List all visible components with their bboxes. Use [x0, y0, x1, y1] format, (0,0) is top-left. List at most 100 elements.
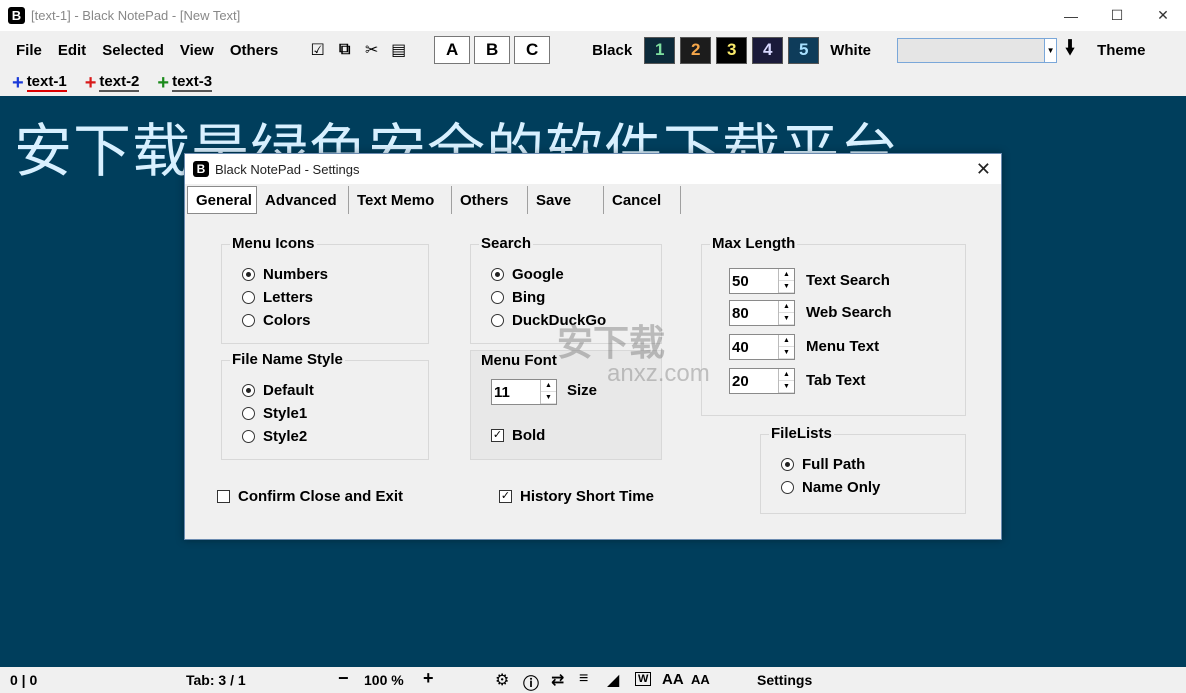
tab-text-2[interactable]: + text-2: [85, 73, 140, 93]
close-icon[interactable]: ✕: [976, 159, 991, 180]
theme-button-2[interactable]: 2: [680, 36, 712, 64]
menu-file[interactable]: File: [8, 42, 50, 59]
triangle-icon[interactable]: ◢: [607, 670, 619, 690]
spin-up-icon: ▲: [779, 269, 794, 281]
theme-button-4[interactable]: 4: [752, 36, 784, 64]
radio-style1[interactable]: Style1: [242, 405, 307, 422]
plus-icon: +: [12, 71, 24, 94]
menu-text-stepper[interactable]: 40 ▲ ▼: [729, 334, 795, 360]
button-a[interactable]: A: [434, 36, 471, 64]
theme-button-5[interactable]: 5: [788, 36, 820, 64]
theme-button[interactable]: Theme: [1089, 42, 1153, 59]
radio-bing[interactable]: Bing: [491, 289, 545, 306]
tab-count: Tab: 3 / 1: [186, 672, 246, 688]
bold-checkbox[interactable]: ✓ Bold: [491, 427, 545, 444]
radio-name-only[interactable]: Name Only: [781, 479, 880, 496]
list-add-icon[interactable]: ≡: [579, 670, 588, 688]
button-b[interactable]: B: [474, 36, 511, 64]
menu-view[interactable]: View: [172, 42, 222, 59]
tab-text-memo[interactable]: Text Memo: [349, 186, 452, 214]
arrow-down-icon[interactable]: 🠛: [1065, 33, 1075, 67]
status-bar: 0 | 0 Tab: 3 / 1 − 100 % + ⚙ ⓘ ⇄ ≡ ◢ W A…: [0, 667, 1186, 693]
spin-down-icon: ▼: [779, 281, 794, 293]
file-name-style-group: File Name Style Default Style1 Style2: [221, 351, 429, 460]
tab-advanced[interactable]: Advanced: [257, 186, 349, 214]
tab-text-1[interactable]: + text-1: [12, 73, 67, 93]
font-size-label: Size: [567, 382, 598, 399]
file-lists-group: FileLists Full Path Name Only: [760, 425, 966, 514]
radio-full-path[interactable]: Full Path: [781, 456, 865, 473]
zoom-in-button[interactable]: +: [423, 668, 434, 689]
plus-icon: +: [84, 71, 97, 94]
font-size-stepper[interactable]: 11 ▲ ▼: [491, 379, 557, 405]
plus-icon: +: [157, 71, 170, 94]
cut-icon[interactable]: ✂: [358, 37, 385, 64]
radio-letters[interactable]: Letters: [242, 289, 313, 306]
zoom-out-button[interactable]: −: [338, 668, 349, 689]
dialog-tabs: General Advanced Text Memo Others Save C…: [187, 186, 681, 214]
tab-general[interactable]: General: [187, 186, 257, 214]
dialog-title-bar: B Black NotePad - Settings ✕: [185, 154, 1001, 184]
radio-colors[interactable]: Colors: [242, 312, 311, 329]
spin-up-icon: ▲: [779, 301, 794, 313]
menu-icons-group: Menu Icons Numbers Letters Colors: [221, 235, 429, 344]
theme-black-label[interactable]: Black: [584, 42, 640, 59]
history-short-checkbox[interactable]: ✓ History Short Time: [499, 488, 654, 505]
search-group: Search Google Bing DuckDuckGo: [470, 235, 662, 344]
menu-edit[interactable]: Edit: [50, 42, 94, 59]
info-icon[interactable]: ⓘ: [523, 670, 539, 693]
dialog-title: Black NotePad - Settings: [215, 161, 360, 177]
tab-save[interactable]: Save: [528, 186, 604, 214]
settings-dialog: B Black NotePad - Settings ✕ General Adv…: [184, 153, 1002, 540]
theme-white-label[interactable]: White: [822, 42, 879, 59]
spin-down-icon: ▼: [779, 313, 794, 325]
cursor-position: 0 | 0: [10, 672, 38, 688]
wrap-icon[interactable]: W: [635, 672, 652, 686]
font-decrease-icon[interactable]: AA: [691, 672, 710, 687]
confirm-close-checkbox[interactable]: Confirm Close and Exit: [217, 488, 403, 505]
radio-default[interactable]: Default: [242, 382, 314, 399]
maximize-button[interactable]: ☐: [1094, 0, 1140, 31]
tab-text-stepper[interactable]: 20 ▲ ▼: [729, 368, 795, 394]
spin-up-icon: ▲: [779, 335, 794, 347]
app-logo-icon: B: [193, 161, 209, 177]
close-button[interactable]: ✕: [1140, 0, 1186, 31]
minimize-button[interactable]: —: [1048, 0, 1094, 31]
theme-button-1[interactable]: 1: [644, 36, 676, 64]
web-search-label: Web Search: [806, 304, 892, 321]
button-c[interactable]: C: [514, 36, 551, 64]
spin-down-icon: ▼: [779, 347, 794, 359]
tab-text-3[interactable]: + text-3: [157, 71, 213, 94]
text-search-label: Text Search: [806, 272, 890, 289]
web-search-stepper[interactable]: 80 ▲ ▼: [729, 300, 795, 326]
zoom-level: 100 %: [364, 672, 404, 688]
spin-up-icon: ▲: [541, 380, 556, 392]
radio-google[interactable]: Google: [491, 266, 564, 283]
radio-duckduckgo[interactable]: DuckDuckGo: [491, 312, 606, 329]
copy-icon[interactable]: ⧉: [331, 37, 358, 64]
font-increase-icon[interactable]: AA: [662, 671, 684, 688]
menu-others[interactable]: Others: [222, 42, 286, 59]
tab-text-label: Tab Text: [806, 372, 866, 389]
menu-selected[interactable]: Selected: [94, 42, 172, 59]
group-title: Menu Font: [479, 352, 559, 369]
spin-down-icon: ▼: [779, 381, 794, 393]
group-title: Search: [479, 235, 534, 252]
radio-style2[interactable]: Style2: [242, 428, 307, 445]
tab-others[interactable]: Others: [452, 186, 528, 214]
group-title: Menu Icons: [230, 235, 317, 252]
paste-icon[interactable]: ▤: [385, 37, 412, 64]
group-title: Max Length: [710, 235, 798, 252]
tab-cancel[interactable]: Cancel: [604, 186, 681, 214]
menu-text-label: Menu Text: [806, 338, 880, 355]
checklist-icon[interactable]: ☑: [304, 37, 331, 64]
radio-numbers[interactable]: Numbers: [242, 266, 328, 283]
theme-button-3[interactable]: 3: [716, 36, 748, 64]
text-search-stepper[interactable]: 50 ▲ ▼: [729, 268, 795, 294]
settings-button[interactable]: Settings: [757, 672, 812, 688]
gear-icon[interactable]: ⚙: [495, 670, 509, 690]
theme-combo[interactable]: ▼: [897, 37, 1058, 63]
chevron-down-icon[interactable]: ▼: [1044, 38, 1057, 62]
window-title: [text-1] - Black NotePad - [New Text]: [31, 8, 241, 23]
swap-icon[interactable]: ⇄: [551, 670, 564, 690]
